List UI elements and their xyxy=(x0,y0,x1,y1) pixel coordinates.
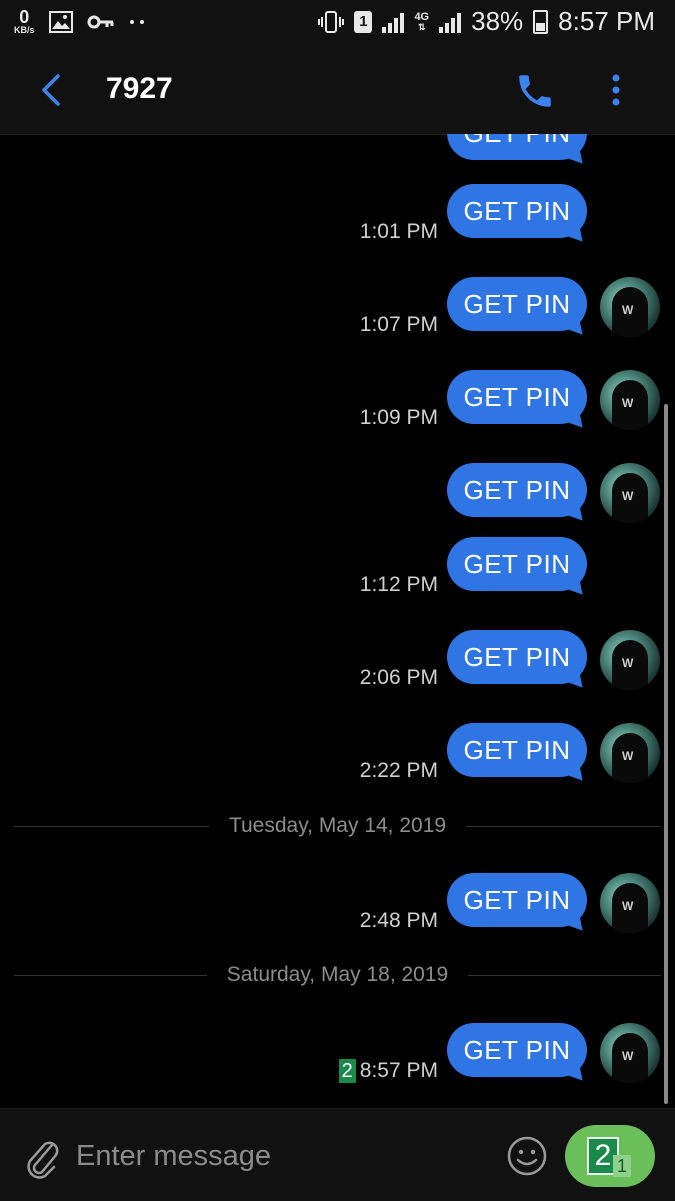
avatar[interactable]: W xyxy=(600,370,660,430)
conversation-header: 7927 xyxy=(0,46,675,135)
image-icon xyxy=(48,10,73,33)
data-arrows-icon: ⇅ xyxy=(418,21,426,32)
message-time-text: 8:57 PM xyxy=(359,1059,438,1082)
message-time: 1:01 PM xyxy=(360,220,438,244)
signal-icon xyxy=(382,11,405,33)
date-divider-label: Tuesday, May 14, 2019 xyxy=(228,814,447,837)
message-time: 1:12 PM xyxy=(360,573,438,597)
message-row: GET PIN W xyxy=(0,463,675,543)
message-row: GET PIN 2:06 PM W xyxy=(0,630,675,710)
contact-title: 7927 xyxy=(106,72,173,105)
message-row: GET PIN 2:48 PM W xyxy=(0,873,675,953)
avatar[interactable]: W xyxy=(600,873,660,933)
phone-icon[interactable] xyxy=(514,70,556,112)
avatar[interactable]: W xyxy=(600,723,660,783)
more-dots-icon xyxy=(129,19,144,24)
message-list[interactable]: GET PIN GET PIN 1:01 PM GET PIN 1:07 PM … xyxy=(0,134,675,1106)
message-time-text: 1:12 PM xyxy=(359,573,438,596)
avatar[interactable]: W xyxy=(600,630,660,690)
message-bubble[interactable]: GET PIN xyxy=(447,873,587,927)
message-bubble[interactable]: GET PIN xyxy=(447,723,587,777)
send-button[interactable]: 2 1 xyxy=(565,1125,655,1187)
speed-unit: KB/s xyxy=(14,25,35,35)
message-time: 1:07 PM xyxy=(360,313,438,337)
message-row: GET PIN 2 8:57 PM W xyxy=(0,1023,675,1103)
network-speed: 0 KB/s xyxy=(14,8,35,35)
vibrate-icon xyxy=(318,10,345,33)
more-vert-icon[interactable] xyxy=(604,72,628,108)
message-bubble[interactable]: GET PIN xyxy=(447,630,587,684)
attach-icon[interactable] xyxy=(22,1135,62,1179)
message-row: GET PIN xyxy=(0,134,675,186)
sim-slot-badge: 1 xyxy=(354,10,373,33)
message-row: GET PIN 1:12 PM xyxy=(0,537,675,617)
message-time: 2:48 PM xyxy=(360,909,438,933)
message-time-text: 2:22 PM xyxy=(359,759,438,782)
message-bubble[interactable]: GET PIN xyxy=(447,463,587,517)
message-bubble[interactable]: GET PIN xyxy=(447,277,587,331)
message-time: 2 8:57 PM xyxy=(338,1059,438,1083)
avatar[interactable]: W xyxy=(600,1023,660,1083)
battery-percent: 38% xyxy=(471,6,524,36)
message-time: 2:06 PM xyxy=(360,666,438,690)
message-row: GET PIN 1:07 PM W xyxy=(0,277,675,357)
message-input[interactable] xyxy=(74,1135,478,1177)
message-bubble[interactable]: GET PIN xyxy=(447,537,587,591)
avatar[interactable]: W xyxy=(600,277,660,337)
message-time-text: 1:01 PM xyxy=(359,220,438,243)
message-time-text: 2:48 PM xyxy=(359,909,438,932)
sim-badge: 2 xyxy=(338,1059,356,1083)
message-bubble[interactable]: GET PIN xyxy=(447,134,587,160)
message-time-text: 1:07 PM xyxy=(359,313,438,336)
back-icon[interactable] xyxy=(38,72,68,108)
message-row: GET PIN 2:22 PM W xyxy=(0,723,675,803)
message-bubble[interactable]: GET PIN xyxy=(447,370,587,424)
battery-icon xyxy=(533,9,549,34)
send-sim-1-icon: 1 xyxy=(613,1155,631,1177)
clock: 8:57 PM xyxy=(558,6,655,36)
message-time: 2:22 PM xyxy=(360,759,438,783)
message-row: GET PIN 1:09 PM W xyxy=(0,370,675,450)
network-type-label: 4G xyxy=(414,10,430,23)
message-time: 1:09 PM xyxy=(360,406,438,430)
signal-icon-2 xyxy=(439,11,462,33)
network-type: 4G ⇅ xyxy=(414,10,430,32)
message-bubble[interactable]: GET PIN xyxy=(447,1023,587,1077)
message-bubble[interactable]: GET PIN xyxy=(447,184,587,238)
composer-bar: 2 1 xyxy=(0,1108,675,1201)
message-time-text: 1:09 PM xyxy=(359,406,438,429)
scrollbar[interactable] xyxy=(664,404,668,1104)
date-divider-label: Saturday, May 18, 2019 xyxy=(226,963,449,986)
date-divider: Saturday, May 18, 2019 xyxy=(14,960,662,990)
avatar[interactable]: W xyxy=(600,463,660,523)
key-icon xyxy=(87,15,114,28)
status-bar: 0 KB/s 1 4G ⇅ 38% 8:57 PM xyxy=(0,0,675,46)
message-row: GET PIN 1:01 PM xyxy=(0,184,675,264)
message-time-text: 2:06 PM xyxy=(359,666,438,689)
speed-value: 0 xyxy=(19,7,30,27)
date-divider: Tuesday, May 14, 2019 xyxy=(14,811,662,841)
emoji-icon[interactable] xyxy=(506,1135,548,1177)
